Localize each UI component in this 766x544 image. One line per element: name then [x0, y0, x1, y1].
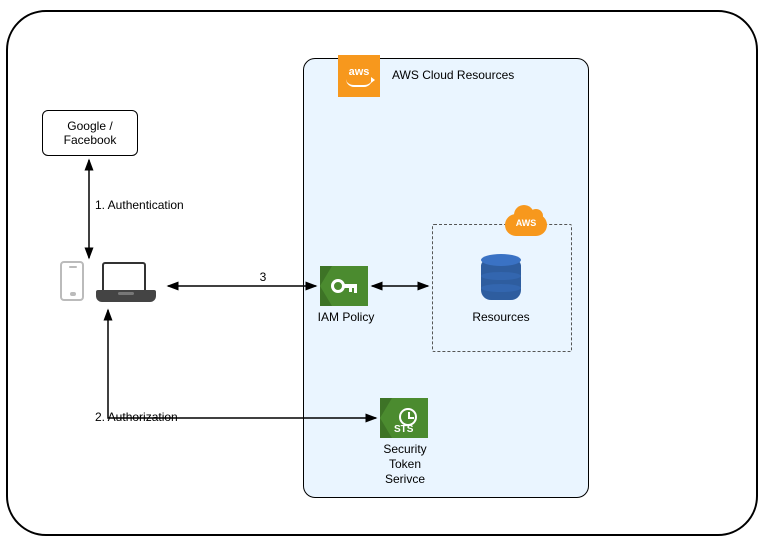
laptop-base: [96, 290, 156, 302]
aws-cloud-icon: AWS: [505, 210, 547, 236]
sts-badge: STS: [394, 424, 413, 435]
key-icon: [331, 279, 357, 293]
laptop-screen: [102, 262, 146, 292]
authn-step-label: 1. Authentication: [95, 198, 205, 213]
aws-logo-text: aws: [349, 66, 370, 78]
iam-policy-icon: [320, 266, 368, 306]
aws-cloud-title: AWS Cloud Resources: [392, 68, 514, 82]
idp-box: Google / Facebook: [42, 110, 138, 156]
access-step-label: 3: [253, 270, 273, 285]
iam-policy-label: IAM Policy: [314, 310, 378, 325]
aws-logo-icon: aws: [338, 55, 380, 97]
phone-icon: [60, 261, 84, 301]
resources-label: Resources: [468, 310, 534, 325]
sts-icon: STS: [380, 398, 428, 438]
aws-smile-icon: [346, 79, 372, 87]
database-icon: [481, 254, 521, 302]
laptop-icon: [96, 262, 156, 304]
authz-step-label: 2. Authorization: [95, 410, 205, 425]
aws-cloud-text: AWS: [505, 218, 547, 228]
sts-label: Security Token Serivce: [376, 442, 434, 487]
idp-label: Google / Facebook: [64, 119, 117, 148]
